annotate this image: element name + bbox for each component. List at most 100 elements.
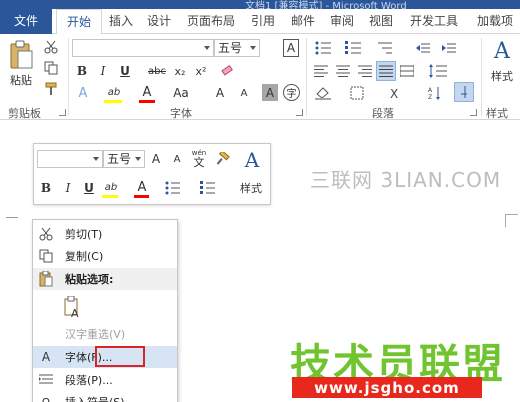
- tab-review[interactable]: 审阅: [325, 9, 359, 34]
- font-color-swatch: [139, 100, 155, 103]
- underline-button[interactable]: U: [117, 62, 133, 80]
- svg-text:Z: Z: [428, 94, 432, 100]
- mini-grow-font-button[interactable]: A: [149, 150, 163, 168]
- menu-item-copy[interactable]: 复制(C): [33, 245, 177, 267]
- group-divider: [68, 38, 69, 116]
- tab-page-layout[interactable]: 页面布局: [181, 9, 241, 34]
- styles-button-label[interactable]: 样式: [486, 67, 518, 85]
- tab-references[interactable]: 引用: [246, 9, 280, 34]
- mini-shrink-font-button[interactable]: A: [170, 150, 184, 168]
- mini-highlight-color-button[interactable]: ab: [101, 179, 121, 195]
- mini-bold-button[interactable]: B: [39, 179, 53, 197]
- mini-format-painter-icon[interactable]: [214, 150, 232, 168]
- menu-item-cut[interactable]: 剪切(T): [33, 223, 177, 245]
- mini-font-size-combobox[interactable]: 五号: [103, 150, 145, 168]
- mini-font-name-combobox[interactable]: [37, 150, 103, 168]
- distributed-icon[interactable]: [398, 62, 416, 80]
- paste-icon: [38, 271, 54, 287]
- borders-icon[interactable]: [346, 84, 368, 102]
- mini-bullets-icon[interactable]: [162, 179, 186, 197]
- character-border-icon[interactable]: A: [283, 39, 299, 57]
- decrease-indent-icon[interactable]: [414, 39, 432, 57]
- bullets-icon[interactable]: [312, 39, 338, 57]
- align-center-icon[interactable]: [334, 62, 352, 80]
- align-left-icon[interactable]: [312, 62, 330, 80]
- mini-font-color-button[interactable]: A: [134, 179, 150, 195]
- chevron-down-icon[interactable]: [93, 157, 99, 161]
- multilevel-list-icon[interactable]: [372, 39, 400, 57]
- mini-highlight-swatch: [102, 195, 118, 198]
- paragraph-launcher-icon[interactable]: [470, 109, 477, 116]
- symbol-icon: Ω: [42, 396, 50, 402]
- strikethrough-button[interactable]: abc: [146, 62, 168, 80]
- show-formatting-marks-icon[interactable]: [454, 82, 474, 102]
- mini-toolbar: 五号 A A wén 文 A B I U ab A 样式: [33, 143, 271, 205]
- font-color-button[interactable]: A: [138, 84, 156, 100]
- tab-insert[interactable]: 插入: [104, 9, 138, 34]
- paste-button-label[interactable]: 粘贴: [4, 72, 38, 88]
- menu-item-label: 插入符号(S): [65, 394, 125, 402]
- context-menu: 剪切(T) 复制(C) 粘贴选项: A 汉字重选(V) A 字体(F)... 段…: [32, 219, 178, 402]
- mini-numbering-icon[interactable]: [197, 179, 221, 197]
- mini-styles-button-label[interactable]: 样式: [234, 179, 268, 197]
- font-icon: A: [41, 350, 51, 364]
- tab-home[interactable]: 开始: [56, 9, 102, 35]
- tab-addins[interactable]: 加载项: [470, 9, 520, 34]
- menu-item-label: 段落(P)...: [65, 374, 113, 387]
- menu-item-insert-symbol[interactable]: Ω 插入符号(S): [33, 391, 177, 402]
- paste-keep-text-only-button[interactable]: A: [33, 292, 177, 322]
- line-spacing-icon[interactable]: [426, 62, 450, 80]
- chevron-down-icon[interactable]: [250, 46, 256, 50]
- align-right-icon[interactable]: [356, 62, 374, 80]
- chevron-down-icon[interactable]: [135, 157, 141, 161]
- text-effects-button[interactable]: A: [74, 84, 92, 102]
- mini-italic-button[interactable]: I: [61, 179, 75, 197]
- font-size-combobox[interactable]: 五号: [214, 39, 260, 57]
- clipboard-group-label: 剪贴板: [8, 107, 41, 120]
- mini-underline-button[interactable]: U: [82, 179, 96, 197]
- grow-font-button[interactable]: A: [212, 84, 228, 102]
- bold-button[interactable]: B: [74, 62, 90, 80]
- shrink-font-button[interactable]: A: [236, 84, 252, 102]
- shading-icon[interactable]: [312, 84, 334, 102]
- font-launcher-icon[interactable]: [296, 109, 303, 116]
- increase-indent-icon[interactable]: [440, 39, 458, 57]
- styles-gallery-icon[interactable]: A: [489, 36, 515, 66]
- tab-file[interactable]: 文件: [0, 9, 52, 34]
- brand-url-badge: www.jsgho.com: [292, 377, 482, 398]
- sort-icon[interactable]: AZ: [426, 84, 444, 102]
- clipboard-launcher-icon[interactable]: [59, 109, 66, 116]
- phonetic-guide-icon[interactable]: wén 文: [188, 146, 210, 170]
- title-bar: 文档1 [兼容模式] - Microsoft Word: [0, 0, 520, 12]
- highlight-color-swatch: [104, 100, 122, 103]
- copy-icon[interactable]: [42, 59, 60, 77]
- highlight-color-button[interactable]: ab: [103, 84, 125, 100]
- page-margin-corner-left: [6, 217, 18, 218]
- mini-styles-gallery-icon[interactable]: A: [238, 147, 266, 173]
- character-shading-button[interactable]: A: [262, 84, 278, 101]
- page-margin-corner-right-h: [505, 214, 518, 215]
- menu-item-paragraph[interactable]: 段落(P)...: [33, 369, 177, 391]
- svg-text:X: X: [390, 87, 398, 100]
- font-size-value: 五号: [218, 41, 243, 55]
- clear-formatting-icon[interactable]: [218, 62, 236, 80]
- numbering-icon[interactable]: [342, 39, 368, 57]
- mini-font-color-swatch: [134, 195, 149, 198]
- ribbon-tab-bar: 文件 开始 插入 设计 页面布局 引用 邮件 审阅 视图 开发工具 加载项: [0, 9, 520, 35]
- cut-icon[interactable]: [42, 38, 60, 56]
- chevron-down-icon[interactable]: [204, 46, 210, 50]
- paste-icon[interactable]: [6, 38, 36, 72]
- asian-layout-icon[interactable]: X: [386, 84, 410, 102]
- tab-view[interactable]: 视图: [364, 9, 398, 34]
- italic-button[interactable]: I: [95, 62, 111, 80]
- justify-icon[interactable]: [376, 61, 396, 81]
- enclose-characters-button[interactable]: 字: [283, 84, 300, 101]
- tab-design[interactable]: 设计: [142, 9, 176, 34]
- format-painter-icon[interactable]: [42, 80, 60, 98]
- tab-developer[interactable]: 开发工具: [404, 9, 464, 34]
- change-case-button[interactable]: Aa: [170, 84, 192, 102]
- font-name-combobox[interactable]: [72, 39, 214, 57]
- tab-mailings[interactable]: 邮件: [286, 9, 320, 34]
- subscript-button[interactable]: x₂: [171, 62, 189, 80]
- superscript-button[interactable]: x²: [192, 62, 210, 80]
